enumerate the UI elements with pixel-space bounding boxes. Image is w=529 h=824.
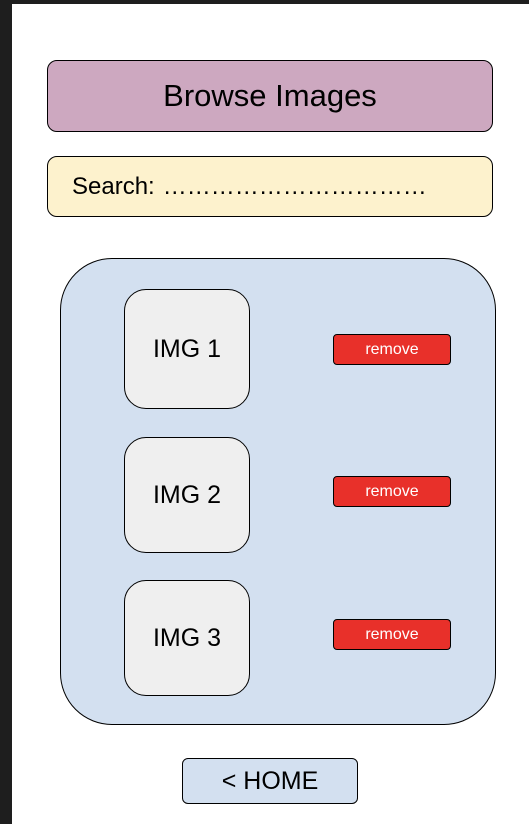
- image-thumbnail[interactable]: IMG 1: [124, 289, 250, 409]
- image-label: IMG 1: [152, 334, 222, 363]
- remove-button[interactable]: remove: [333, 334, 451, 365]
- search-label: Search:: [72, 172, 155, 200]
- page-title: Browse Images: [163, 78, 377, 113]
- app-screen: Browse Images Search: …………………………… IMG 1 …: [12, 4, 529, 824]
- page-title-bar: Browse Images: [47, 60, 493, 132]
- image-label: IMG 2: [152, 480, 222, 509]
- remove-button[interactable]: remove: [333, 619, 451, 650]
- remove-button[interactable]: remove: [333, 476, 451, 507]
- search-input[interactable]: ……………………………: [163, 173, 427, 201]
- list-item: IMG 2 remove: [61, 437, 495, 557]
- list-item: IMG 3 remove: [61, 580, 495, 700]
- home-button[interactable]: < HOME: [182, 758, 358, 804]
- image-thumbnail[interactable]: IMG 3: [124, 580, 250, 696]
- search-field[interactable]: Search: ……………………………: [47, 156, 493, 217]
- image-thumbnail[interactable]: IMG 2: [124, 437, 250, 553]
- image-list-panel: IMG 1 remove IMG 2 remove IMG 3 remove: [60, 258, 496, 725]
- list-item: IMG 1 remove: [61, 289, 495, 409]
- image-label: IMG 3: [152, 623, 222, 652]
